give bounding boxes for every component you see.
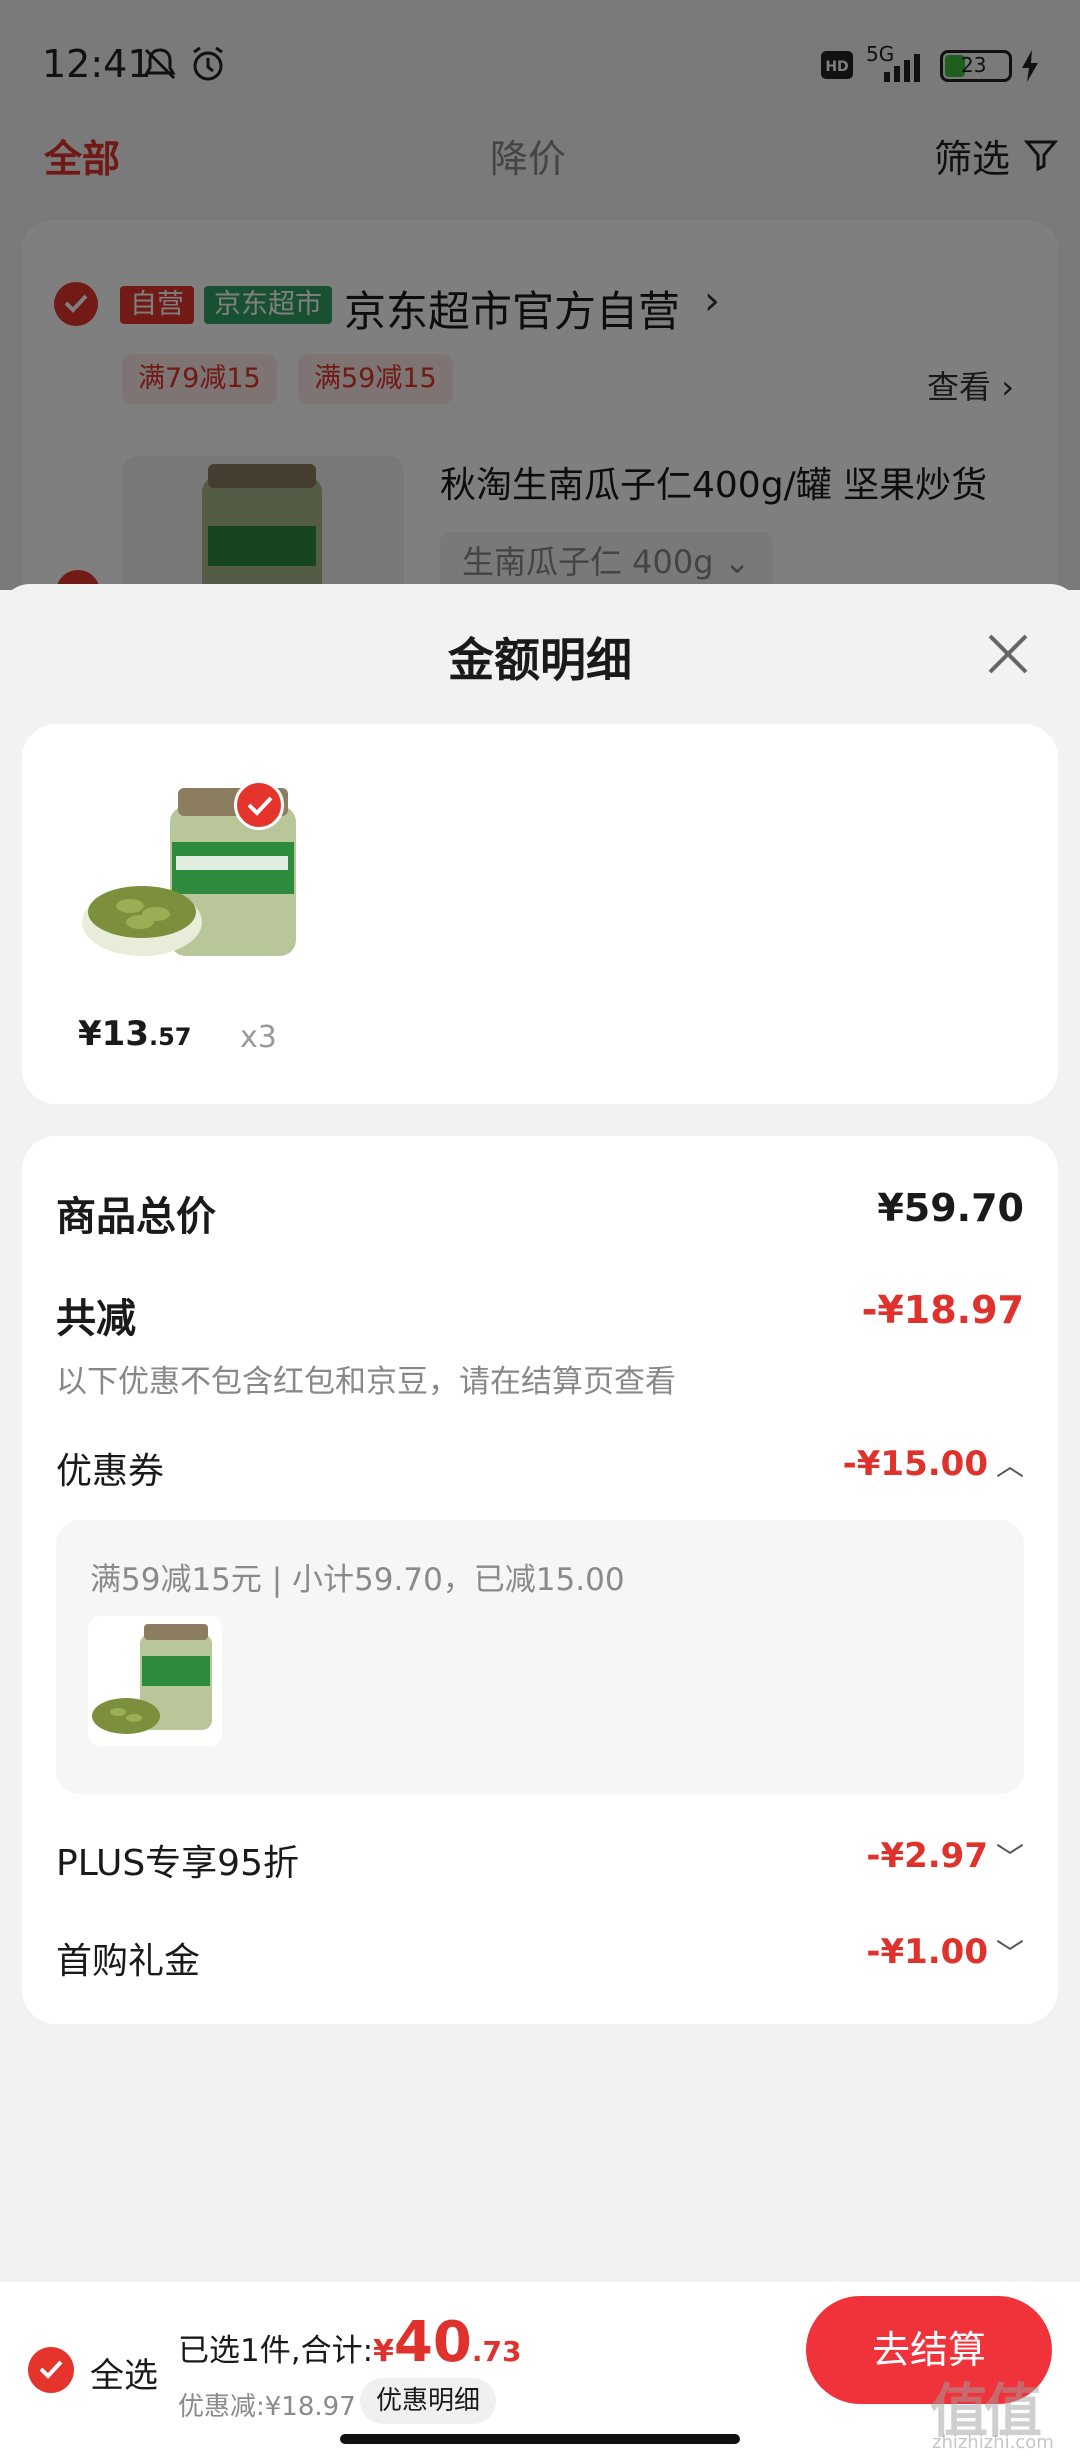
first-purchase-gift-value[interactable]: -¥1.00 ﹀ (866, 1932, 1024, 1972)
plus-discount-value[interactable]: -¥2.97 ﹀ (866, 1836, 1024, 1876)
home-indicator[interactable] (340, 2434, 740, 2444)
coupon-description: 满59减15元 | 小计59.70，已减15.00 (90, 1562, 625, 1598)
coupon-value-toggle[interactable]: -¥15.00 ︿ (843, 1444, 1024, 1484)
total-discount-value: -¥18.97 (861, 1288, 1024, 1332)
amount-detail-sheet: 金额明细 ¥13.57 x3 商品总价 ¥59.70 共减 -¥18.97 以下… (0, 584, 1080, 2460)
total-discount-label: 共减 (56, 1296, 136, 1342)
chevron-down-icon[interactable]: ﹀ (996, 1841, 1024, 1874)
coupon-detail-box: 满59减15元 | 小计59.70，已减15.00 (56, 1520, 1024, 1794)
selected-products-card: ¥13.57 x3 (22, 724, 1058, 1104)
price-breakdown-card: 商品总价 ¥59.70 共减 -¥18.97 以下优惠不包含红包和京豆，请在结算… (22, 1136, 1058, 2024)
watermark-url: zhizhizhi.com (932, 2432, 1054, 2453)
coupon-label[interactable]: 优惠券 (56, 1442, 164, 1494)
first-purchase-gift-label[interactable]: 首购礼金 (56, 1932, 200, 1984)
product-selected-check-icon[interactable] (234, 780, 284, 830)
product-quantity: x3 (240, 1020, 277, 1055)
sheet-title: 金额明细 (448, 633, 632, 687)
order-total-summary: 已选1件,合计:¥40.73 (178, 2310, 522, 2375)
modal-overlay[interactable] (0, 0, 1080, 590)
discount-detail-button[interactable]: 优惠明细 (360, 2378, 497, 2424)
product-unit-price: ¥13.57 (78, 1014, 192, 1054)
discount-summary: 优惠减:¥18.97 (178, 2392, 356, 2422)
select-all-check-icon[interactable] (28, 2347, 74, 2393)
select-all-label[interactable]: 全选 (90, 2348, 158, 2397)
discount-note: 以下优惠不包含红包和京豆，请在结算页查看 (56, 1364, 676, 1400)
checkout-bar: 全选 已选1件,合计:¥40.73 优惠减:¥18.97 优惠明细 去结算 值值… (0, 2282, 1080, 2460)
subtotal-value: ¥59.70 (877, 1186, 1024, 1230)
plus-discount-label[interactable]: PLUS专享95折 (56, 1834, 299, 1886)
chevron-down-icon[interactable]: ﹀ (996, 1937, 1024, 1970)
coupon-product-thumbnail (88, 1616, 222, 1746)
chevron-up-icon[interactable]: ︿ (996, 1449, 1024, 1482)
close-icon[interactable] (978, 624, 1038, 684)
subtotal-label: 商品总价 (56, 1194, 216, 1240)
